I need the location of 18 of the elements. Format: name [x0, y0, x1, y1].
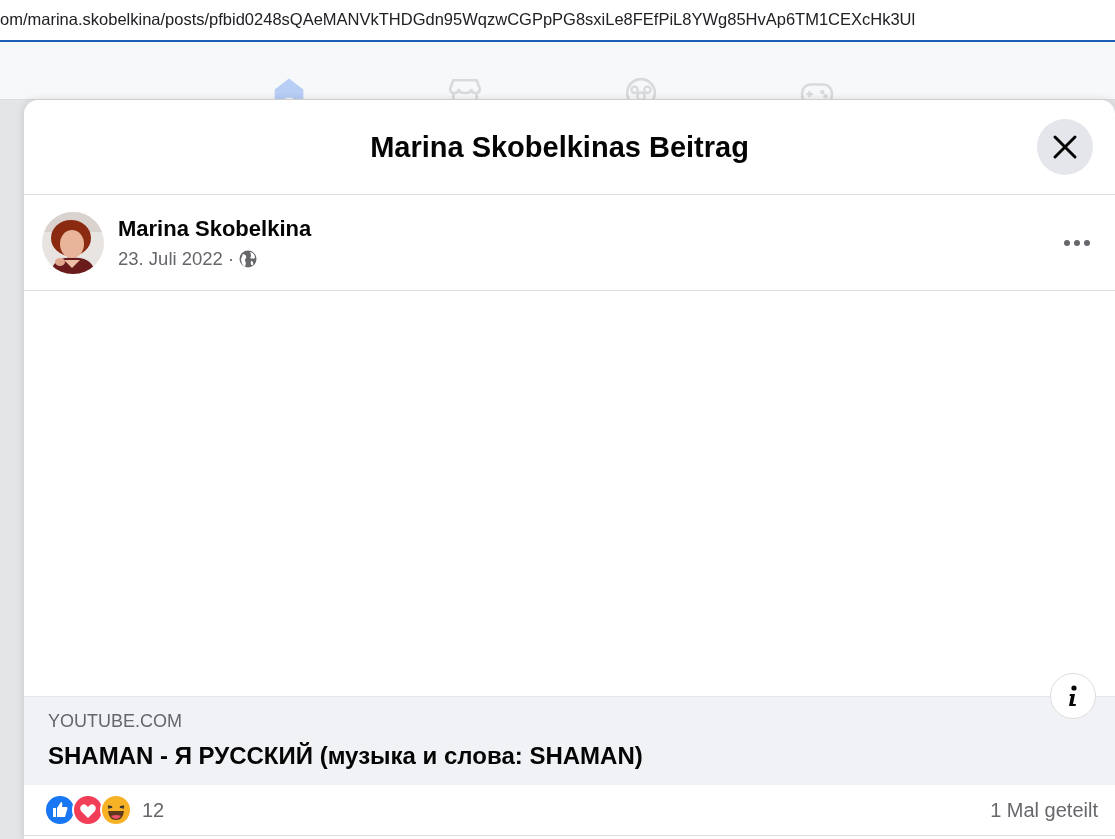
- info-button[interactable]: [1050, 673, 1096, 719]
- more-icon: [1063, 239, 1091, 247]
- heart-reaction-icon[interactable]: [72, 794, 104, 826]
- link-title: SHAMAN - Я РУССКИЙ (музыка и слова: SHAMAN): [48, 742, 644, 770]
- info-icon: [1068, 685, 1078, 707]
- separator-dot: ·: [227, 247, 235, 270]
- link-domain: YOUTUBE.COM: [48, 711, 183, 732]
- globe-icon: [239, 249, 258, 268]
- close-button[interactable]: [1037, 119, 1093, 175]
- close-icon: [1052, 134, 1078, 160]
- laughing-reaction-icon[interactable]: [100, 794, 132, 826]
- dialog-title: Marina Skobelkinas Beitrag: [370, 130, 749, 164]
- share-count[interactable]: 1 Mal geteilt: [990, 798, 1098, 822]
- post-date[interactable]: 23. Juli 2022: [118, 247, 223, 270]
- author-name[interactable]: Marina Skobelkina: [118, 215, 1043, 242]
- reaction-count[interactable]: 12: [142, 798, 991, 822]
- link-preview[interactable]: YOUTUBE.COM SHAMAN - Я РУССКИЙ (музыка и слова: SHAMAN): [24, 696, 1115, 785]
- like-reaction-icon[interactable]: [44, 794, 76, 826]
